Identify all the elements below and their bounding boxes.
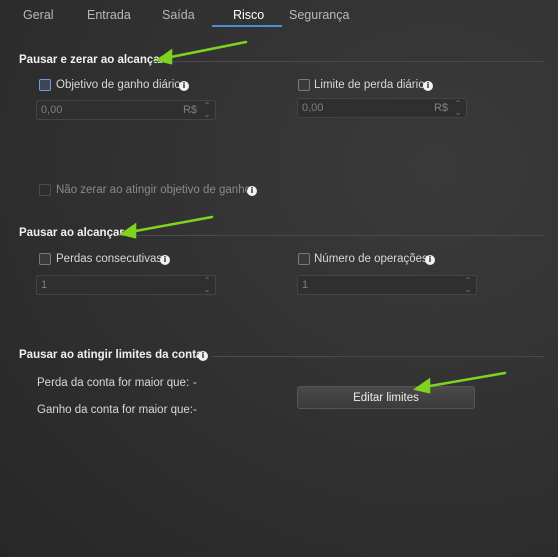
annotation-arrowhead: [118, 222, 137, 239]
annotation-arrow: [422, 371, 507, 389]
annotation-arrow: [128, 215, 214, 234]
annotation-arrow: [164, 40, 248, 60]
annotation-arrowhead: [154, 48, 173, 65]
annotation-arrows: [118, 40, 507, 394]
annotation-arrowhead: [412, 377, 431, 394]
